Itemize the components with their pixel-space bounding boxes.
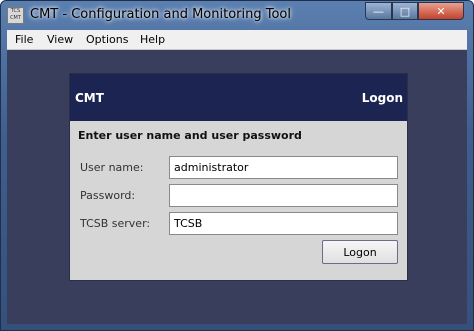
username-input[interactable] [169,156,398,179]
menu-view[interactable]: View [47,33,73,46]
username-label: User name: [80,161,144,174]
header-logon-link[interactable]: Logon [362,91,403,105]
logon-button[interactable]: Logon [322,240,398,264]
password-label: Password: [80,189,136,202]
logon-prompt: Enter user name and user password [78,129,302,142]
panel-header: CMT Logon [70,74,407,121]
title-bar[interactable]: TCS CMT CMT - Configuration and Monitori… [1,1,473,30]
window-title: CMT - Configuration and Monitoring Tool [30,7,291,22]
tcsb-server-label: TCSB server: [80,217,151,230]
tcsb-server-input[interactable] [169,212,398,235]
close-button[interactable]: ✕ [418,2,464,20]
password-input[interactable] [169,184,398,207]
menu-help[interactable]: Help [140,33,165,46]
logon-panel: CMT Logon Enter user name and user passw… [69,73,408,281]
panel-title: CMT [75,91,104,105]
app-window: TCS CMT CMT - Configuration and Monitori… [0,0,474,331]
client-area: CMT Logon Enter user name and user passw… [7,50,467,324]
minimize-button[interactable]: — [365,2,392,20]
maximize-button[interactable]: □ [392,2,418,20]
menu-options[interactable]: Options [86,33,128,46]
app-icon[interactable]: TCS CMT [7,7,24,24]
menu-bar: File View Options Help [7,30,467,50]
menu-file[interactable]: File [15,33,33,46]
